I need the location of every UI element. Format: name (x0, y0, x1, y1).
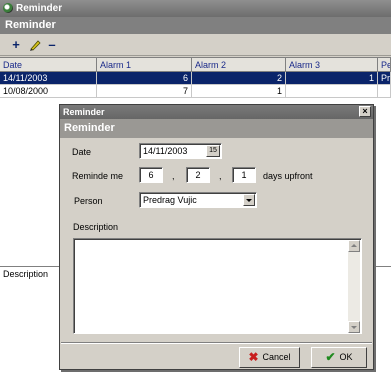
dialog-titlebar[interactable]: Reminder × (60, 105, 373, 119)
cell-alarm-2: 1 (192, 85, 286, 98)
person-value: Predrag Vujic (143, 195, 197, 205)
scroll-down-icon[interactable] (348, 321, 360, 333)
app-icon (3, 3, 13, 13)
main-window-titlebar[interactable]: Reminder (0, 0, 391, 17)
column-alarm-1[interactable]: Alarm 1 (97, 58, 192, 72)
plus-icon[interactable]: + (8, 37, 24, 53)
check-icon: ✔ (325, 350, 336, 364)
date-value: 14/11/2003 (143, 146, 188, 156)
column-date[interactable]: Date (0, 58, 97, 72)
separator: , (219, 171, 222, 181)
chevron-down-icon[interactable] (243, 194, 255, 206)
cell-date: 10/08/2000 (0, 85, 97, 98)
column-alarm-2[interactable]: Alarm 2 (192, 58, 286, 72)
scroll-up-icon[interactable] (348, 240, 360, 252)
date-field[interactable]: 14/11/2003 15 (139, 143, 222, 159)
cancel-button[interactable]: ✖ Cancel (239, 347, 300, 368)
table-row[interactable]: 10/08/2000 7 1 (0, 85, 391, 98)
cell-date: 14/11/2003 (0, 72, 97, 85)
alarm-1-field[interactable]: 6 (139, 167, 163, 183)
description-textarea[interactable] (73, 238, 362, 334)
reminder-dialog: Reminder × Reminder Date 14/11/2003 15 R… (59, 104, 374, 370)
button-bar: ✖ Cancel ✔ OK (61, 342, 372, 369)
close-icon[interactable]: × (359, 106, 371, 117)
cell-alarm-3: 1 (286, 72, 378, 85)
cell-alarm-1: 6 (97, 72, 192, 85)
dialog-header: Reminder (60, 119, 373, 138)
main-window-title: Reminder (16, 3, 63, 14)
cell-person (378, 85, 391, 98)
minus-icon[interactable]: – (44, 37, 60, 53)
cell-person: Pre (378, 72, 391, 85)
dialog-title: Reminder (63, 107, 105, 117)
description-panel-label: Description (3, 269, 49, 279)
main-header: Reminder (0, 17, 391, 34)
column-alarm-3[interactable]: Alarm 3 (286, 58, 378, 72)
cell-alarm-3 (286, 85, 378, 98)
calendar-icon[interactable]: 15 (206, 145, 220, 157)
alarm-3-field[interactable]: 1 (232, 167, 256, 183)
ok-label: OK (339, 352, 353, 362)
column-person[interactable]: Pe (378, 58, 391, 72)
scrollbar[interactable] (348, 240, 360, 333)
description-label: Description (73, 222, 119, 232)
ok-button[interactable]: ✔ OK (311, 347, 367, 368)
remind-label: Reminde me (72, 171, 124, 181)
pencil-icon[interactable] (27, 37, 43, 53)
person-label: Person (74, 196, 103, 206)
x-icon: ✖ (248, 350, 259, 364)
alarm-2-field[interactable]: 2 (186, 167, 210, 183)
cell-alarm-2: 2 (192, 72, 286, 85)
cell-alarm-1: 7 (97, 85, 192, 98)
table-row[interactable]: 14/11/2003 6 2 1 Pre (0, 72, 391, 85)
date-label: Date (72, 147, 92, 157)
toolbar: + – (0, 34, 391, 56)
days-label: days upfront (263, 171, 313, 181)
separator: , (172, 171, 175, 181)
cancel-label: Cancel (262, 352, 291, 362)
grid-header: Date Alarm 1 Alarm 2 Alarm 3 Pe (0, 58, 391, 72)
person-select[interactable]: Predrag Vujic (139, 192, 257, 208)
